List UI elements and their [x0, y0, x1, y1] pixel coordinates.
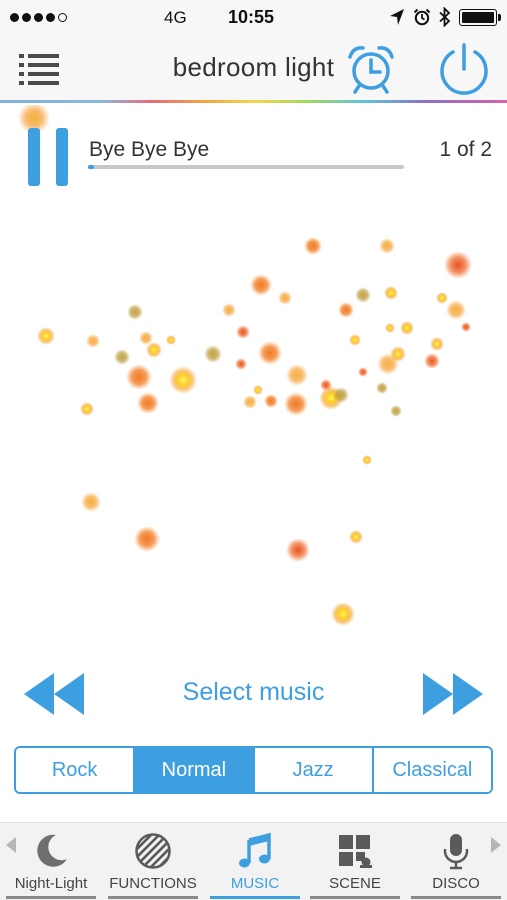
light-particle: [236, 325, 250, 339]
light-particle: [362, 455, 372, 465]
light-particle: [250, 274, 272, 296]
tab-scene[interactable]: SCENE: [307, 823, 403, 900]
light-particle: [286, 538, 310, 562]
track-count: 1 of 2: [439, 138, 492, 161]
light-particle: [355, 287, 371, 303]
striped-circle-icon: [135, 833, 171, 869]
location-arrow-icon: [390, 9, 404, 25]
light-particle: [446, 300, 466, 320]
tab-label: MUSIC: [230, 875, 280, 892]
light-particle: [331, 602, 355, 626]
tab-night-light[interactable]: Night-Light: [3, 823, 99, 900]
music-note-icon: [239, 832, 271, 868]
light-particle: [127, 304, 143, 320]
light-particle: [444, 251, 472, 279]
tab-label: Night-Light: [14, 875, 88, 892]
light-particle: [304, 237, 322, 255]
playback-progress-bar[interactable]: [88, 165, 404, 169]
light-particle: [461, 322, 471, 332]
music-visualizer: [18, 105, 472, 626]
pause-button[interactable]: [28, 128, 70, 186]
alarm-clock-icon: [413, 8, 431, 26]
pause-bar-left: [28, 128, 40, 186]
light-particle: [253, 385, 263, 395]
light-particle: [134, 526, 160, 552]
light-particle: [385, 323, 395, 333]
bluetooth-icon: [439, 7, 451, 27]
light-particle: [333, 387, 349, 403]
genre-rock[interactable]: Rock: [16, 748, 136, 792]
alarm-clock-icon[interactable]: [347, 44, 395, 94]
fast-forward-icon[interactable]: [421, 671, 485, 717]
light-particle: [37, 327, 55, 345]
song-title: Bye Bye Bye: [89, 138, 210, 161]
tab-functions[interactable]: FUNCTIONS: [105, 823, 201, 900]
pause-bar-right: [56, 128, 68, 186]
network-type: 4G: [164, 8, 187, 27]
light-particle: [81, 492, 101, 512]
microphone-icon: [443, 834, 469, 870]
tab-music[interactable]: MUSIC: [207, 823, 303, 900]
signal-strength-icon: [10, 13, 67, 22]
light-particle: [114, 349, 130, 365]
genre-jazz[interactable]: Jazz: [254, 748, 374, 792]
light-particle: [430, 337, 444, 351]
light-particle: [264, 394, 278, 408]
tab-label: FUNCTIONS: [109, 875, 197, 892]
light-particle: [235, 358, 247, 370]
header-bar: bedroom light: [0, 36, 507, 100]
light-particle: [349, 334, 361, 346]
battery-icon: [459, 8, 501, 26]
light-particle: [146, 342, 162, 358]
tab-underline: [210, 896, 300, 899]
light-particle: [126, 364, 152, 390]
light-particle: [222, 303, 236, 317]
tab-underline: [310, 896, 400, 899]
light-particle: [204, 345, 222, 363]
status-time: 10:55: [228, 7, 275, 27]
status-bar: 4G 10:55: [0, 0, 507, 36]
light-particle: [349, 530, 363, 544]
page-title: bedroom light: [172, 52, 335, 82]
power-icon[interactable]: [437, 42, 491, 96]
light-particle: [338, 302, 354, 318]
light-particle: [86, 334, 100, 348]
playback-progress-fill: [88, 165, 95, 169]
light-particle: [169, 366, 197, 394]
light-particle: [166, 335, 176, 345]
light-particle: [379, 238, 395, 254]
light-particle: [390, 405, 402, 417]
light-particle: [376, 382, 388, 394]
genre-normal[interactable]: Normal: [135, 748, 255, 792]
genre-classical[interactable]: Classical: [373, 748, 491, 792]
light-particle: [358, 367, 368, 377]
light-particle: [384, 286, 398, 300]
tab-label: SCENE: [329, 875, 381, 892]
light-particle: [258, 341, 282, 365]
scene-grid-icon: [339, 835, 372, 868]
light-particle: [400, 321, 414, 335]
color-divider: [0, 100, 507, 103]
tab-underline: [108, 896, 198, 899]
light-particle: [284, 392, 308, 416]
bottom-tab-bar: Night-Light FUNCTIONS MUSIC SCENE DISCO: [0, 822, 507, 900]
tab-disco[interactable]: DISCO: [408, 823, 504, 900]
light-particle: [424, 353, 440, 369]
tab-underline: [6, 896, 96, 899]
tab-underline: [411, 896, 501, 899]
light-particle: [436, 292, 448, 304]
light-particle: [286, 364, 308, 386]
moon-icon: [37, 834, 67, 867]
genre-selector: Rock Normal Jazz Classical: [14, 746, 493, 794]
light-particle: [377, 353, 399, 375]
tab-label: DISCO: [432, 875, 480, 892]
light-particle: [278, 291, 292, 305]
light-particle: [243, 395, 257, 409]
light-particle: [137, 392, 159, 414]
light-particle: [80, 402, 94, 416]
